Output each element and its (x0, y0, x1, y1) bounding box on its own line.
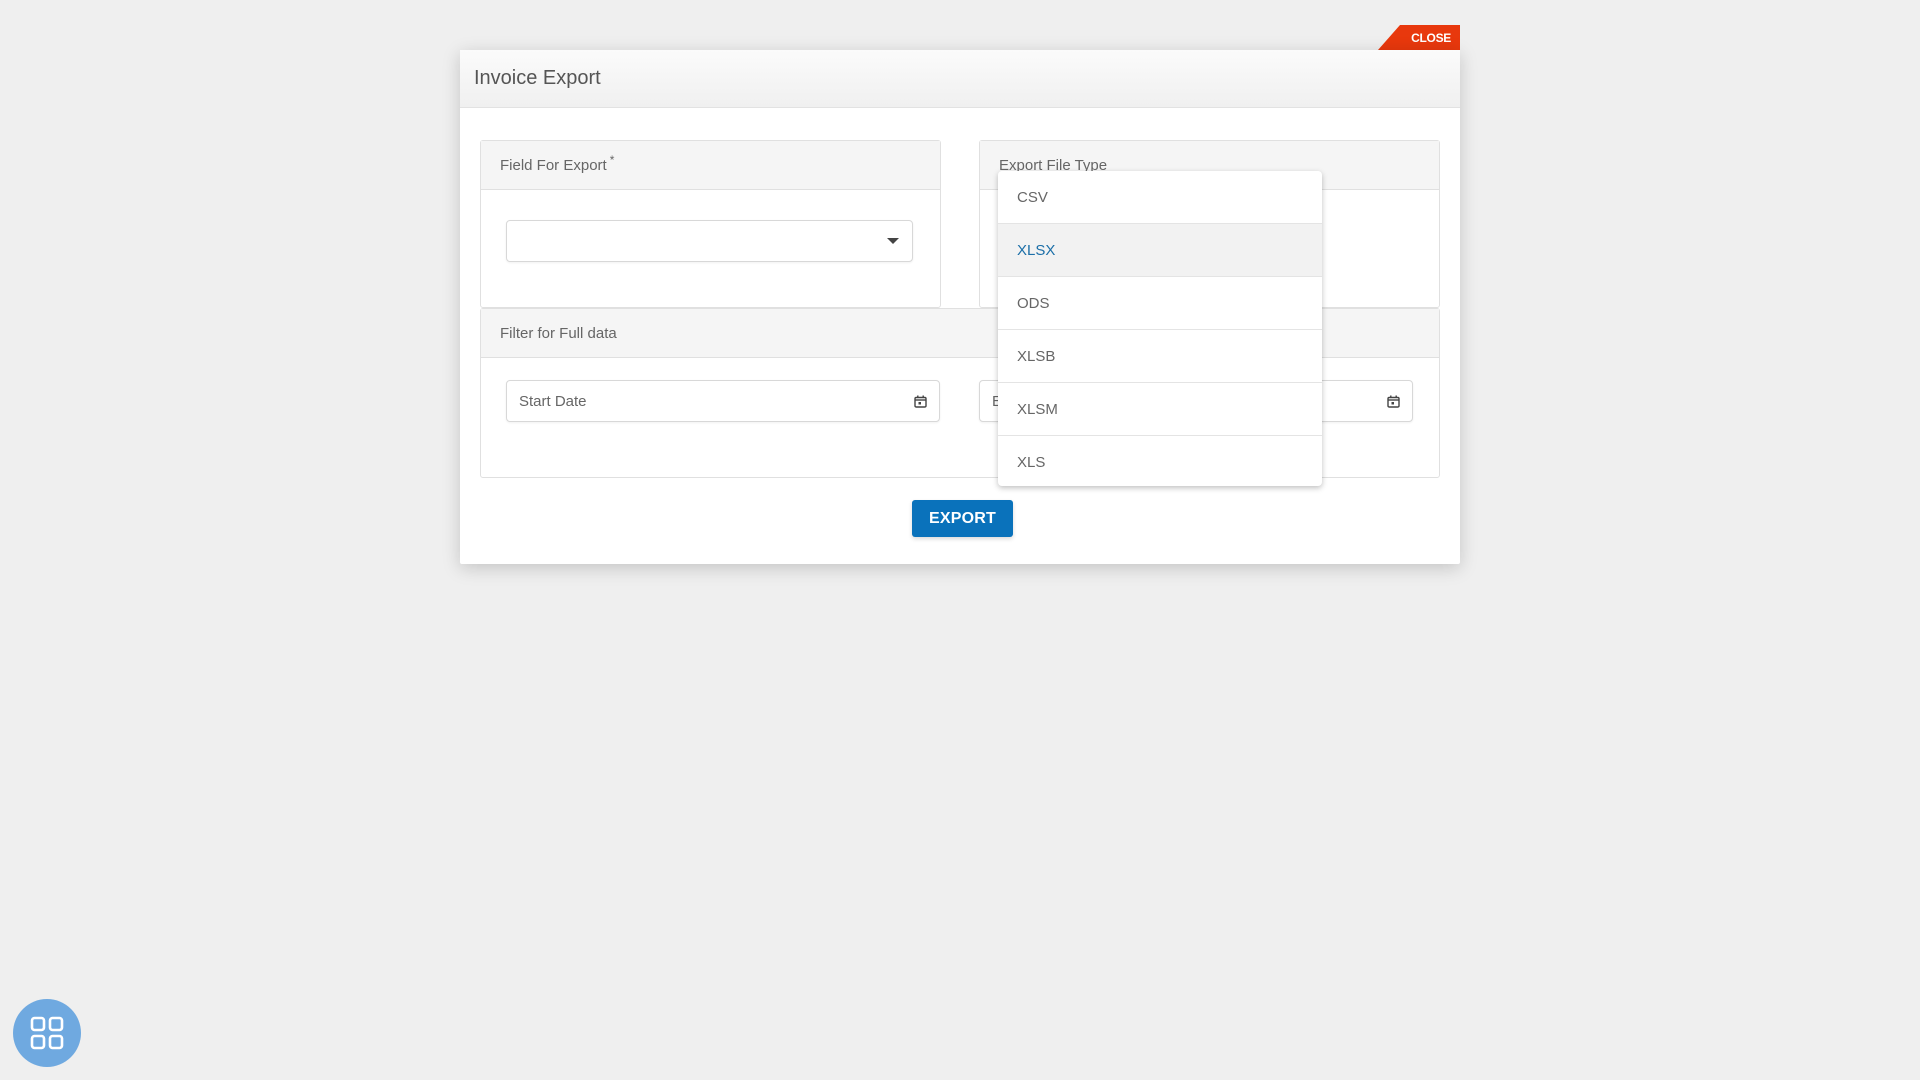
option-xls[interactable]: XLS (998, 436, 1322, 486)
calendar-icon[interactable] (1387, 395, 1400, 408)
option-csv[interactable]: CSV (998, 171, 1322, 224)
modal-title: Invoice Export (474, 67, 601, 89)
start-date-placeholder: Start Date (519, 392, 587, 410)
calendar-icon[interactable] (914, 395, 927, 408)
option-xlsx[interactable]: XLSX (998, 224, 1322, 277)
modal-header: Invoice Export (460, 50, 1460, 108)
close-button[interactable]: CLOSE (1378, 25, 1460, 50)
field-for-export-select[interactable] (506, 220, 913, 262)
chevron-down-icon (887, 238, 899, 244)
option-xlsm[interactable]: XLSM (998, 383, 1322, 436)
start-date-input[interactable]: Start Date (506, 380, 940, 422)
filter-label: Filter for Full data (500, 324, 617, 342)
required-marker: * (609, 153, 615, 167)
field-for-export-panel: Field For Export * (480, 140, 941, 308)
grid-icon (30, 1016, 64, 1050)
option-xlsb[interactable]: XLSB (998, 330, 1322, 383)
option-ods[interactable]: ODS (998, 277, 1322, 330)
field-for-export-label: Field For Export (500, 156, 607, 174)
export-button[interactable]: EXPORT (912, 500, 1013, 537)
apps-menu-button[interactable] (13, 999, 81, 1067)
file-type-dropdown: CSV XLSX ODS XLSB XLSM XLS (998, 171, 1322, 486)
panel-header: Field For Export * (481, 141, 940, 190)
